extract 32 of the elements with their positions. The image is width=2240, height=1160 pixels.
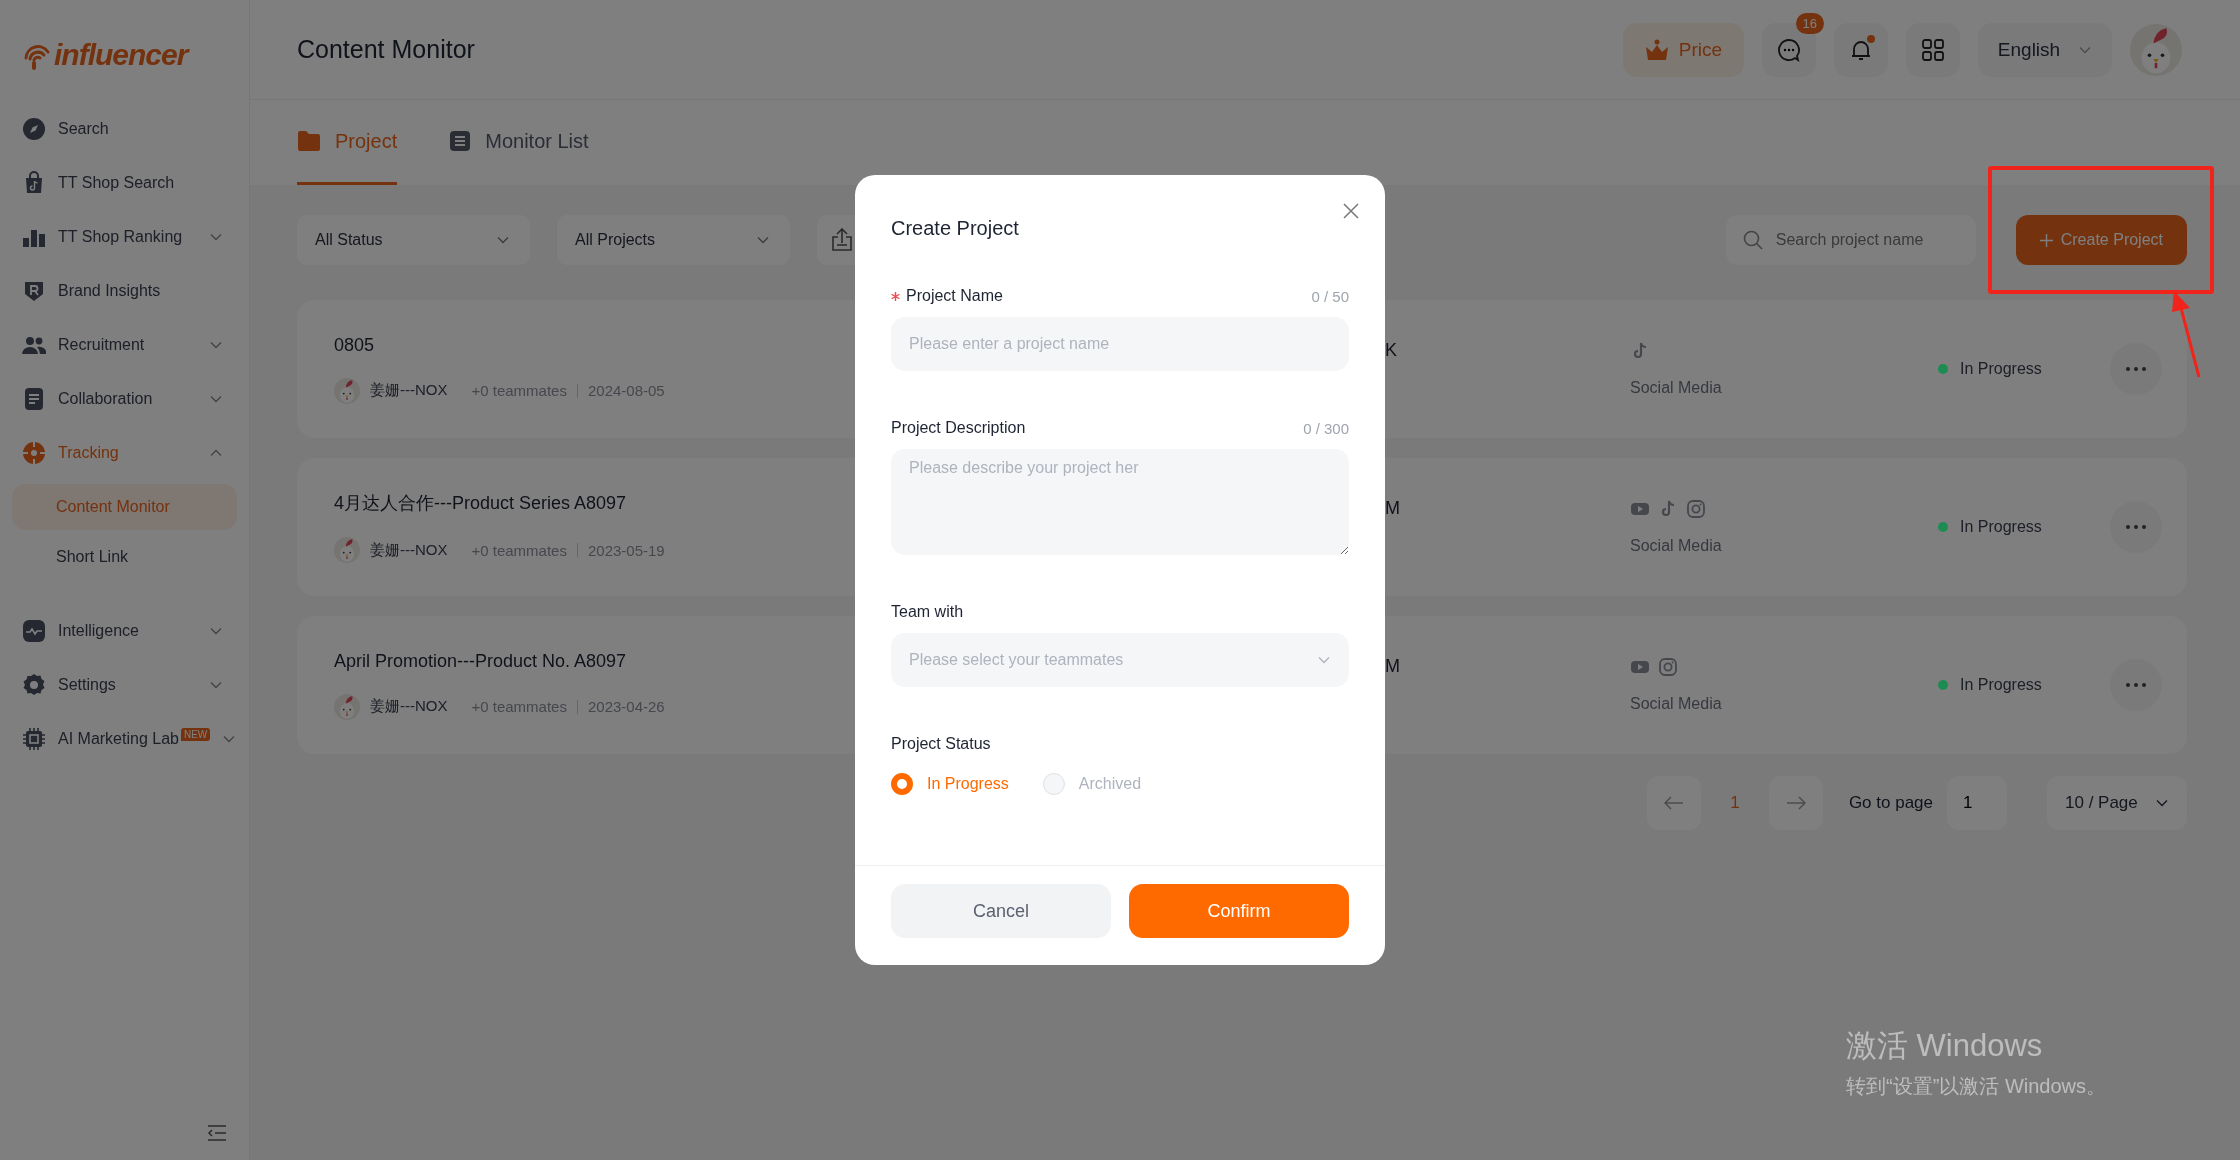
status-text: In Progress bbox=[1960, 676, 2042, 694]
new-badge: NEW bbox=[180, 727, 211, 741]
platform-category: Social Media bbox=[1630, 537, 1723, 555]
column-text: K bbox=[1385, 340, 1397, 360]
created-date: 2023-05-19 bbox=[587, 541, 665, 559]
character-counter: 0 / 300 bbox=[1303, 419, 1349, 437]
message-count-badge: 16 bbox=[1795, 12, 1824, 34]
activation-notice-title: 激活 Windows bbox=[1846, 1027, 2044, 1065]
status-text: In Progress bbox=[1960, 360, 2042, 378]
teammates-count: +0 teammates bbox=[471, 698, 567, 715]
logo-wordmark: influencer bbox=[54, 38, 188, 72]
project-title: April Promotion---Product No. A8097 bbox=[334, 650, 627, 672]
page-title: Content Monitor bbox=[297, 35, 475, 64]
column-text: M bbox=[1385, 498, 1400, 518]
teammates-count: +0 teammates bbox=[471, 382, 567, 399]
dialog-title: Create Project bbox=[891, 216, 1019, 240]
project-title: 4月达人合作---Product Series A8097 bbox=[334, 492, 627, 515]
field-label: Project Status bbox=[891, 735, 991, 753]
created-date: 2024-08-05 bbox=[587, 382, 665, 399]
owner-name: 姜姗---NOX bbox=[370, 381, 448, 400]
owner-name: 姜姗---NOX bbox=[370, 540, 448, 560]
platform-category: Social Media bbox=[1630, 695, 1723, 713]
column-text: M bbox=[1385, 656, 1400, 676]
go-to-page-label: Go to page bbox=[1848, 793, 1933, 813]
created-date: 2023-04-26 bbox=[587, 698, 665, 715]
owner-name: 姜姗---NOX bbox=[370, 697, 448, 716]
activation-notice-message: 转到“设置”以激活 Windows。 bbox=[1846, 1074, 2106, 1099]
status-text: In Progress bbox=[1960, 518, 2042, 536]
project-title: 0805 bbox=[334, 334, 375, 356]
field-label: Project Description bbox=[891, 419, 1026, 437]
platform-category: Social Media bbox=[1630, 379, 1723, 397]
teammates-count: +0 teammates bbox=[471, 541, 567, 559]
